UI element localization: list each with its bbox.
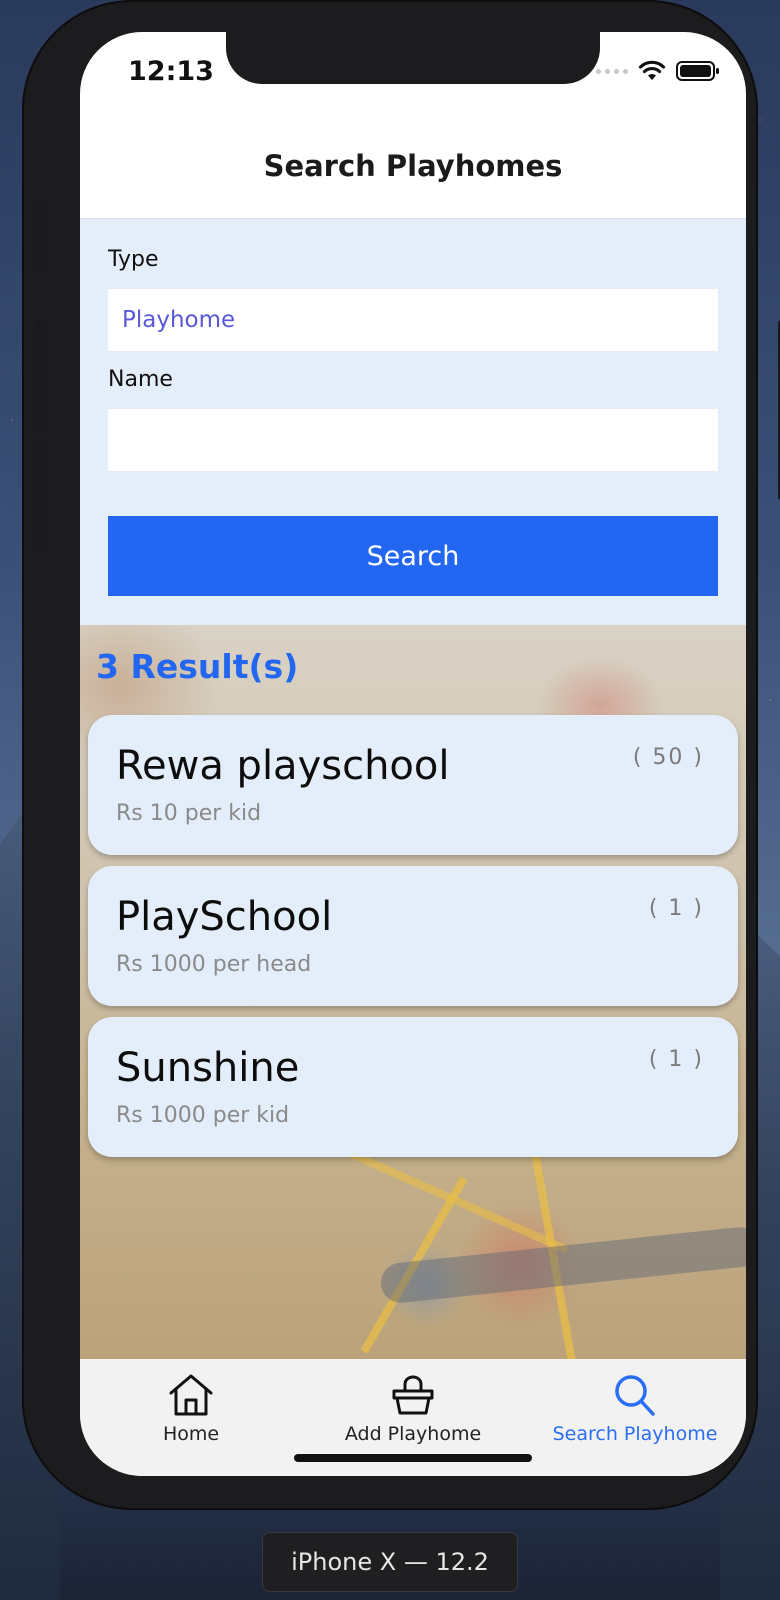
- result-name: PlaySchool: [116, 894, 333, 940]
- navigation-header: Search Playhomes: [80, 114, 746, 219]
- tab-label: Add Playhome: [344, 1423, 482, 1445]
- mute-switch: [34, 206, 46, 266]
- basket-icon: [392, 1375, 434, 1415]
- search-button[interactable]: Search: [108, 516, 718, 596]
- tab-search-playhome[interactable]: Search Playhome: [524, 1373, 746, 1453]
- result-name: Sunshine: [116, 1045, 300, 1091]
- wifi-icon: [638, 60, 666, 80]
- name-label: Name: [108, 367, 173, 392]
- type-input[interactable]: Playhome: [108, 289, 718, 351]
- status-time: 12:13: [128, 56, 214, 87]
- result-count: ( 50 ): [632, 745, 704, 770]
- notch: [226, 32, 600, 84]
- home-icon: [169, 1374, 213, 1416]
- volume-down-button: [34, 444, 46, 550]
- result-card[interactable]: Rewa playschool Rs 10 per kid ( 50 ): [88, 715, 738, 855]
- result-card[interactable]: Sunshine Rs 1000 per kid ( 1 ): [88, 1017, 738, 1157]
- result-price: Rs 1000 per head: [116, 952, 312, 977]
- battery-icon: [676, 61, 719, 81]
- tab-label: Home: [162, 1423, 220, 1445]
- results-count: 3 Result(s): [96, 647, 299, 686]
- result-count: ( 1 ): [648, 1047, 704, 1072]
- home-indicator[interactable]: [294, 1454, 532, 1462]
- phone-screen: 12:13 Search Playhomes Type Playhome Nam…: [80, 32, 746, 1476]
- page-title: Search Playhomes: [263, 149, 563, 183]
- type-label: Type: [108, 247, 159, 272]
- volume-up-button: [34, 320, 46, 426]
- result-count: ( 1 ): [648, 896, 704, 921]
- name-input[interactable]: [108, 409, 718, 471]
- signal-icon: [596, 68, 628, 74]
- tab-add-playhome[interactable]: Add Playhome: [302, 1373, 524, 1453]
- result-card[interactable]: PlaySchool Rs 1000 per head ( 1 ): [88, 866, 738, 1006]
- tab-label: Search Playhome: [552, 1423, 718, 1445]
- tab-home[interactable]: Home: [80, 1373, 302, 1453]
- status-icons: [596, 60, 720, 82]
- search-icon: [615, 1375, 655, 1416]
- phone-frame: 12:13 Search Playhomes Type Playhome Nam…: [22, 0, 780, 1510]
- simulator-device-label: iPhone X — 12.2: [262, 1532, 518, 1592]
- results-area: 3 Result(s) Rewa playschool Rs 10 per ki…: [80, 625, 746, 1359]
- result-name: Rewa playschool: [116, 743, 450, 789]
- result-price: Rs 10 per kid: [116, 801, 262, 826]
- result-price: Rs 1000 per kid: [116, 1103, 290, 1128]
- search-form: Type Playhome Name Search: [80, 219, 746, 625]
